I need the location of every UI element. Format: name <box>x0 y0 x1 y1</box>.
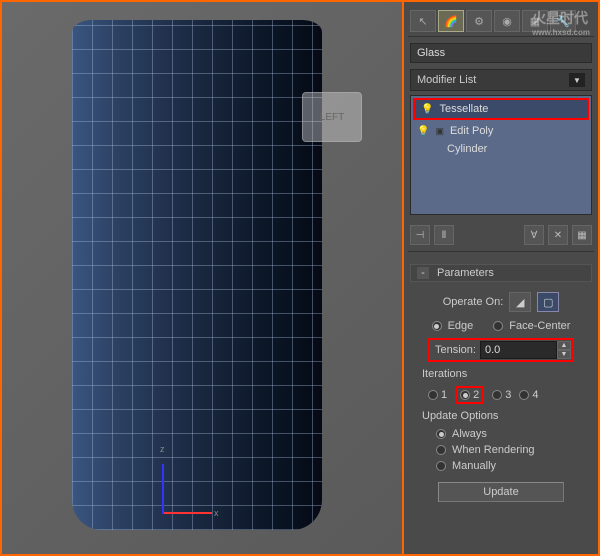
lightbulb-icon[interactable]: 💡 <box>417 126 429 137</box>
modifier-list-dropdown[interactable]: Modifier List ▼ <box>410 69 592 91</box>
configure-sets-button[interactable]: ▦ <box>572 225 592 245</box>
operate-triangle-button[interactable]: ◢ <box>509 292 531 312</box>
watermark-title: 火星时代 <box>532 10 588 26</box>
tab-motion[interactable]: ◉ <box>494 10 520 32</box>
update-button[interactable]: Update <box>438 482 564 502</box>
radio-iter-3[interactable] <box>492 390 502 400</box>
radio-rendering[interactable] <box>436 445 446 455</box>
tension-spinner: Tension: 0.0 ▲ ▼ <box>428 338 574 362</box>
tension-input[interactable]: 0.0 <box>480 341 557 359</box>
stack-item-tessellate[interactable]: 💡 Tessellate <box>415 100 587 118</box>
pin-stack-button[interactable]: ⊣ <box>410 225 430 245</box>
axis-x-label: x <box>214 508 219 518</box>
highlight-box: 💡 Tessellate <box>413 98 589 120</box>
axis-z-label: z <box>160 444 165 454</box>
axis-x <box>162 512 212 514</box>
show-end-result-button[interactable]: Ⅱ <box>434 225 454 245</box>
expand-icon[interactable]: ▣ <box>435 126 444 137</box>
axis-gizmo[interactable]: x z <box>162 454 222 514</box>
face-center-label: Face-Center <box>509 320 570 332</box>
stack-toolbar: ⊣ Ⅱ ∀ ✕ ▦ <box>408 219 594 252</box>
command-panel: ↖ 🌈 ⚙ ◉ ▦ 🔧 Glass Modifier List ▼ 💡 Tess… <box>402 2 598 554</box>
modifier-list-label: Modifier List <box>417 74 476 86</box>
lightbulb-icon[interactable]: 💡 <box>421 104 433 115</box>
spinner-down-icon[interactable]: ▼ <box>557 350 571 359</box>
update-always-row[interactable]: Always <box>408 426 594 442</box>
iter-4-label: 4 <box>532 389 538 401</box>
edge-label: Edge <box>448 320 474 332</box>
stack-item-label: Cylinder <box>447 143 487 155</box>
radio-face-center[interactable] <box>493 321 503 331</box>
rollup-parameters[interactable]: - Parameters <box>410 264 592 282</box>
highlight-box: 2 <box>455 386 484 404</box>
operate-poly-button[interactable]: ▢ <box>537 292 559 312</box>
update-options-label: Update Options <box>408 406 594 426</box>
update-manually-row[interactable]: Manually <box>408 458 594 474</box>
chevron-down-icon: ▼ <box>569 73 585 87</box>
make-unique-button[interactable]: ∀ <box>524 225 544 245</box>
object-name-field[interactable]: Glass <box>410 43 592 63</box>
tension-label: Tension: <box>431 342 480 358</box>
radio-iter-4[interactable] <box>519 390 529 400</box>
radio-iter-1[interactable] <box>428 390 438 400</box>
stack-item-label: Tessellate <box>439 103 488 115</box>
tab-create[interactable]: ↖ <box>410 10 436 32</box>
radio-iter-2[interactable] <box>460 390 470 400</box>
stack-item-editpoly[interactable]: 💡 ▣ Edit Poly <box>411 122 591 140</box>
watermark-url: www.hxsd.com <box>532 28 590 37</box>
radio-manually[interactable] <box>436 461 446 471</box>
modifier-stack[interactable]: 💡 Tessellate 💡 ▣ Edit Poly Cylinder <box>410 95 592 215</box>
iter-3-label: 3 <box>505 389 511 401</box>
operate-on-row: Operate On: ◢ ▢ <box>408 288 594 316</box>
viewport-3d[interactable]: LEFT x z <box>2 2 402 554</box>
iter-4[interactable]: 4 <box>519 389 538 401</box>
iter-1[interactable]: 1 <box>428 389 447 401</box>
stack-item-cylinder[interactable]: Cylinder <box>411 140 591 158</box>
tab-modify[interactable]: 🌈 <box>438 10 464 32</box>
tab-hierarchy[interactable]: ⚙ <box>466 10 492 32</box>
viewcube[interactable]: LEFT <box>302 92 362 142</box>
rollup-title: Parameters <box>437 267 494 279</box>
radio-edge[interactable] <box>432 321 442 331</box>
spinner-up-icon[interactable]: ▲ <box>557 341 571 350</box>
stack-item-label: Edit Poly <box>450 125 493 137</box>
iter-1-label: 1 <box>441 389 447 401</box>
iterations-label: Iterations <box>408 364 594 384</box>
edge-face-row: Edge Face-Center <box>408 316 594 336</box>
iter-3[interactable]: 3 <box>492 389 511 401</box>
collapse-icon: - <box>417 267 429 279</box>
iter-2-label: 2 <box>473 389 479 401</box>
watermark: 火星时代 www.hxsd.com <box>532 8 590 37</box>
remove-modifier-button[interactable]: ✕ <box>548 225 568 245</box>
iterations-group: 1 2 3 4 <box>408 384 594 406</box>
spinner-buttons[interactable]: ▲ ▼ <box>557 341 571 359</box>
operate-on-label: Operate On: <box>443 296 504 308</box>
rendering-label: When Rendering <box>452 444 535 456</box>
update-rendering-row[interactable]: When Rendering <box>408 442 594 458</box>
always-label: Always <box>452 428 487 440</box>
manually-label: Manually <box>452 460 496 472</box>
radio-always[interactable] <box>436 429 446 439</box>
iter-2[interactable]: 2 <box>460 389 479 401</box>
axis-z <box>162 464 164 514</box>
